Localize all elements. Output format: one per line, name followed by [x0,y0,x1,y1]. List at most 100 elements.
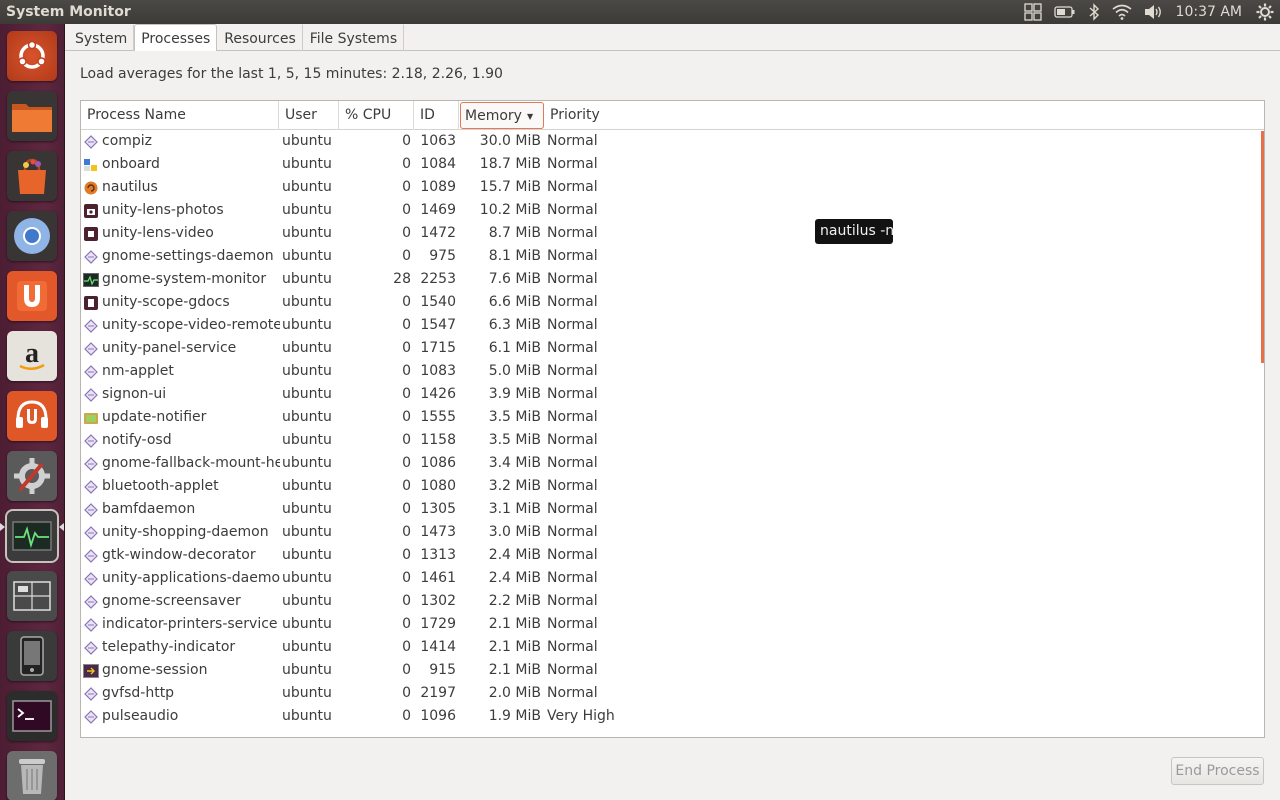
table-row[interactable]: unity-scope-video-remote ubuntu 0 1547 6.3 M… [81,314,1264,337]
user-cell: ubuntu [282,524,332,540]
table-row[interactable]: unity-panel-service ubuntu 0 1715 6.1 MiB Nor… [81,337,1264,360]
table-row[interactable]: notify-osd ubuntu 0 1158 3.5 MiB Normal [81,429,1264,452]
onboard-keyboard-icon [83,157,99,173]
table-row[interactable]: unity-shopping-daemon ubuntu 0 1473 3.0 MiB N… [81,521,1264,544]
pid-cell: 1729 [420,616,456,632]
process-name-cell: gnome-fallback-mount-helper [102,455,280,471]
workspace-switcher-icon[interactable] [1023,0,1042,24]
user-cell: ubuntu [282,685,332,701]
session-gear-icon[interactable] [1256,0,1274,24]
tab-resources[interactable]: Resources [217,24,303,51]
trash-icon[interactable] [7,751,57,800]
pid-cell: 1547 [420,317,456,333]
priority-cell: Normal [547,570,598,586]
pid-cell: 1089 [420,179,456,195]
system-monitor-icon[interactable] [5,509,59,563]
tab-processes[interactable]: Processes [134,24,218,52]
user-cell: ubuntu [282,593,332,609]
table-row[interactable]: gtk-window-decorator ubuntu 0 1313 2.4 MiB No… [81,544,1264,567]
column-header-label: Process Name [87,107,186,123]
column-header-process-name[interactable]: Process Name [81,101,279,130]
user-cell: ubuntu [282,386,332,402]
table-row[interactable]: compiz ubuntu 0 1063 30.0 MiB Normal [81,130,1264,153]
tooltip: nautilus -n [815,219,894,244]
load-averages-label: Load averages for the last 1, 5, 15 minu… [80,66,503,82]
indicator-area: 10:37 AM [1018,0,1280,24]
wifi-icon[interactable] [1112,0,1132,24]
memory-cell: 2.1 MiB [488,616,541,632]
scrollbar-overlay[interactable] [1261,131,1264,363]
table-row[interactable]: telepathy-indicator ubuntu 0 1414 2.1 MiB Nor… [81,636,1264,659]
software-center-bag-icon[interactable] [7,151,57,201]
table-row[interactable]: onboard ubuntu 0 1084 18.7 MiB Normal [81,153,1264,176]
table-row[interactable]: unity-lens-photos ubuntu 0 1469 10.2 MiB Norm… [81,199,1264,222]
table-row[interactable]: gnome-system-monitor ubuntu 28 2253 7.6 MiB N… [81,268,1264,291]
user-cell: ubuntu [282,547,332,563]
column-header-priority[interactable]: Priority [544,101,644,130]
memory-cell: 3.2 MiB [488,478,541,494]
table-row[interactable]: pulseaudio ubuntu 0 1096 1.9 MiB Very High [81,705,1264,728]
ubuntu-one-music-icon[interactable] [7,391,57,441]
workspace-switcher-launcher-icon[interactable] [7,571,57,621]
table-row[interactable]: update-notifier ubuntu 0 1555 3.5 MiB Normal [81,406,1264,429]
table-row[interactable]: unity-lens-video ubuntu 0 1472 8.7 MiB Normal [81,222,1264,245]
ubuntu-phone-icon[interactable] [7,631,57,681]
table-row[interactable]: signon-ui ubuntu 0 1426 3.9 MiB Normal [81,383,1264,406]
table-row[interactable]: nautilus ubuntu 0 1089 15.7 MiB Normal [81,176,1264,199]
column-header-user[interactable]: User [279,101,339,130]
pid-cell: 1086 [420,455,456,471]
memory-cell: 3.5 MiB [488,432,541,448]
cpu-cell: 0 [402,708,411,724]
system-settings-icon[interactable] [7,451,57,501]
memory-cell: 3.0 MiB [488,524,541,540]
bluetooth-icon[interactable] [1088,0,1100,24]
files-folder-icon[interactable] [7,91,57,141]
pid-cell: 1414 [420,639,456,655]
table-row[interactable]: indicator-printers-service ubuntu 0 1729 2.1… [81,613,1264,636]
process-name-cell: unity-applications-daemon [102,570,280,586]
column-header-id[interactable]: ID [414,101,459,130]
volume-icon[interactable] [1144,0,1164,24]
table-row[interactable]: gnome-session ubuntu 0 915 2.1 MiB Normal [81,659,1264,682]
process-name-cell: gnome-session [102,662,208,678]
memory-cell: 30.0 MiB [479,133,541,149]
generic-process-icon [83,433,99,449]
pid-cell: 1426 [420,386,456,402]
clock[interactable]: 10:37 AM [1176,4,1242,20]
pid-cell: 1084 [420,156,456,172]
table-row[interactable]: gnome-fallback-mount-helperubuntu 0 1086 3.… [81,452,1264,475]
ubuntu-one-icon[interactable] [7,271,57,321]
table-row[interactable]: gnome-screensaver ubuntu 0 1302 2.2 MiB Norma… [81,590,1264,613]
cpu-cell: 0 [402,386,411,402]
column-header-memory[interactable]: Memory ▼ [460,102,544,129]
window-title: System Monitor [6,4,131,20]
table-row[interactable]: unity-applications-daemon ubuntu 0 1461 2.4 … [81,567,1264,590]
table-row[interactable]: nm-applet ubuntu 0 1083 5.0 MiB Normal [81,360,1264,383]
tab-file-systems[interactable]: File Systems [303,24,405,51]
chromium-browser-icon[interactable] [7,211,57,261]
priority-cell: Normal [547,133,598,149]
end-process-button[interactable]: End Process [1171,757,1264,785]
cpu-cell: 0 [402,202,411,218]
process-list[interactable]: Process Name User % CPU ID Memory ▼ Prior… [80,100,1265,738]
table-row[interactable]: gvfsd-http ubuntu 0 2197 2.0 MiB Normal [81,682,1264,705]
priority-cell: Normal [547,202,598,218]
process-name-cell: gtk-window-decorator [102,547,256,563]
table-row[interactable]: bluetooth-applet ubuntu 0 1080 3.2 MiB Normal [81,475,1264,498]
memory-cell: 8.1 MiB [488,248,541,264]
user-cell: ubuntu [282,639,332,655]
battery-icon[interactable] [1053,0,1076,24]
memory-cell: 2.1 MiB [488,639,541,655]
pid-cell: 975 [429,248,456,264]
terminal-icon[interactable] [7,691,57,741]
user-cell: ubuntu [282,363,332,379]
priority-cell: Normal [547,639,598,655]
amazon-icon[interactable]: a [7,331,57,381]
table-row[interactable]: bamfdaemon ubuntu 0 1305 3.1 MiB Normal [81,498,1264,521]
ubuntu-dash-icon[interactable] [7,31,57,81]
column-header-cpu[interactable]: % CPU [339,101,414,130]
cpu-cell: 0 [402,685,411,701]
table-row[interactable]: gnome-settings-daemon ubuntu 0 975 8.1 MiB No… [81,245,1264,268]
tab-system[interactable]: System [68,24,135,51]
table-row[interactable]: unity-scope-gdocs ubuntu 0 1540 6.6 MiB Norma… [81,291,1264,314]
